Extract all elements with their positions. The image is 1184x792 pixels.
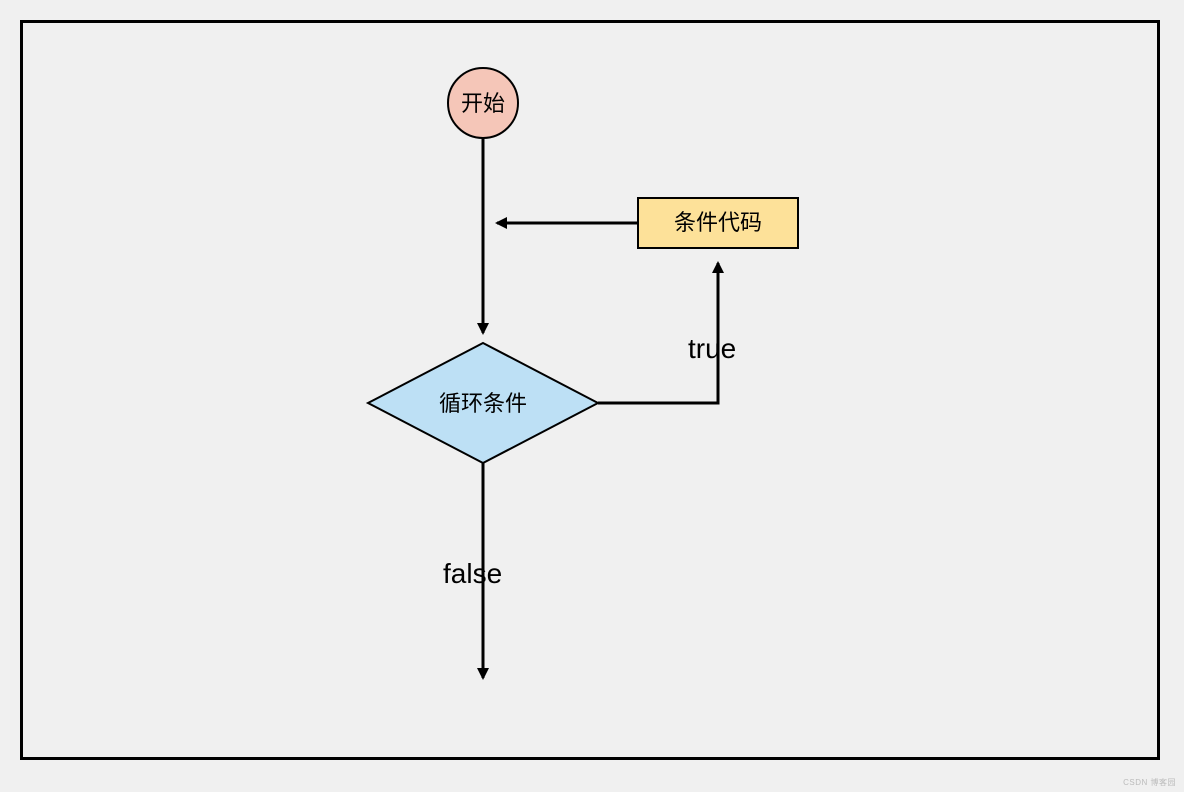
condition-code-label: 条件代码 (674, 210, 762, 235)
watermark: CSDN 博客园 (1123, 777, 1176, 788)
false-label: false (443, 558, 502, 589)
loop-condition-label: 循环条件 (439, 391, 527, 416)
flowchart-svg: 开始 条件代码 循环条件 true false (23, 23, 1157, 757)
start-label: 开始 (461, 91, 505, 116)
true-label: true (688, 333, 736, 364)
diagram-frame: 开始 条件代码 循环条件 true false (20, 20, 1160, 760)
